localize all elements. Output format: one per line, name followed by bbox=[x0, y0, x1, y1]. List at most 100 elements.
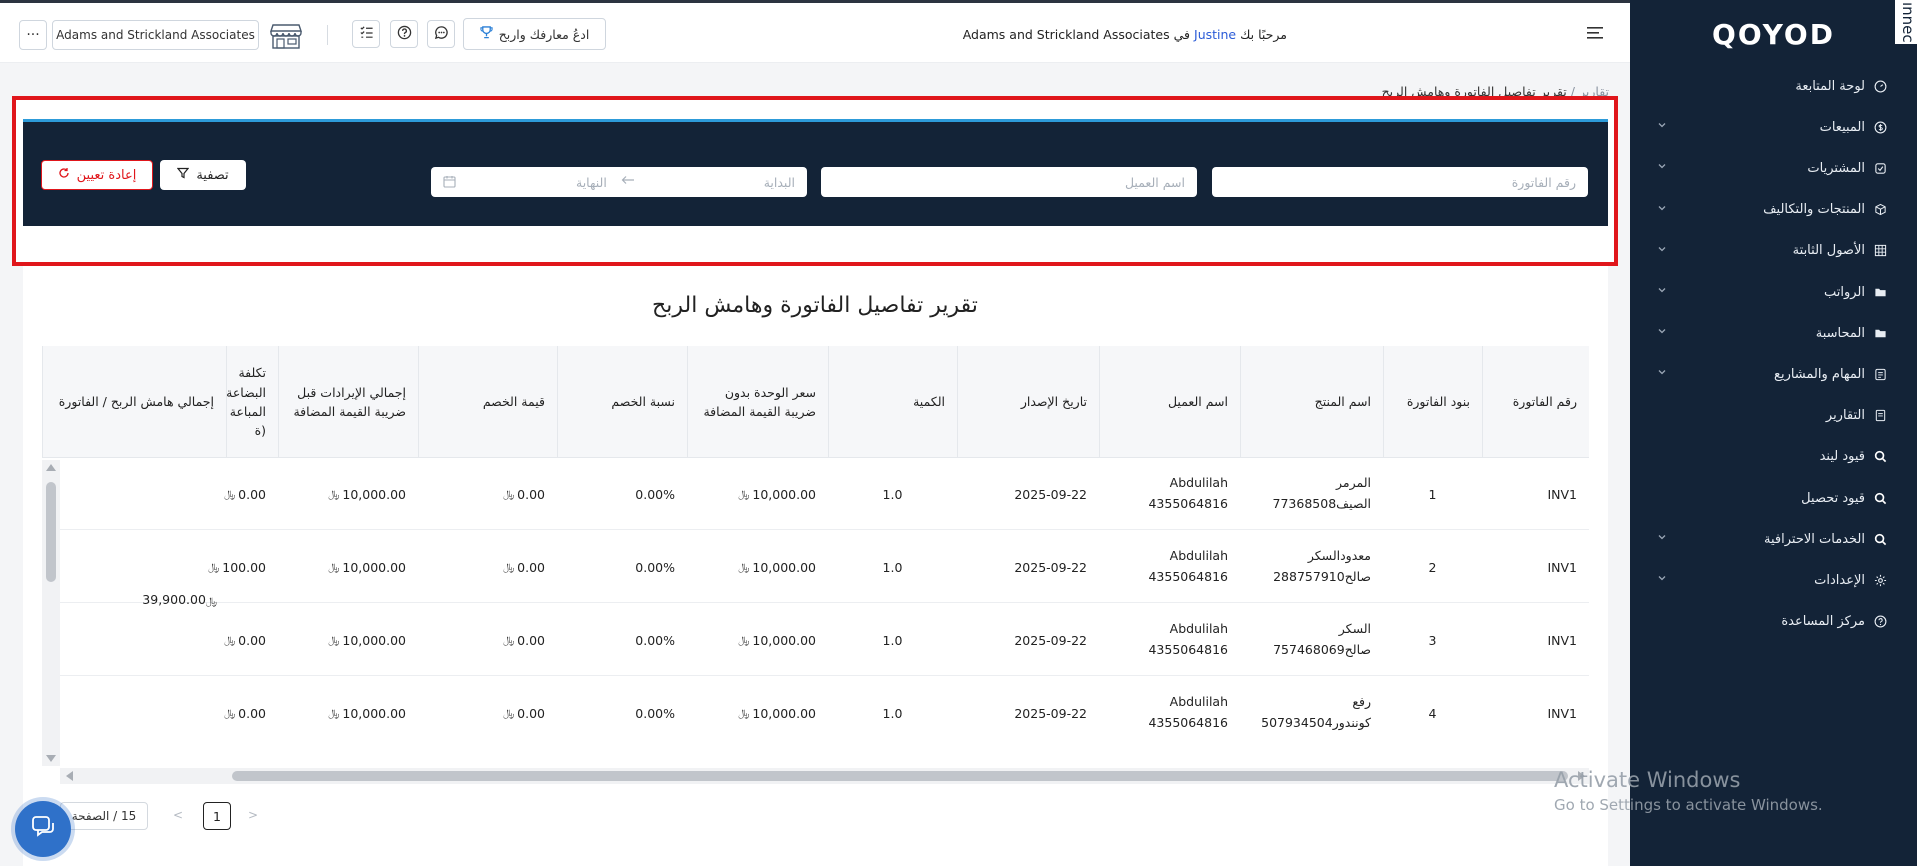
issue-date-value: 2025-09-22 bbox=[1014, 632, 1087, 648]
cogs-cell-value: 100.00 bbox=[222, 559, 266, 575]
invoice-number-input[interactable]: رقم الفاتورة bbox=[1212, 167, 1588, 197]
date-range-picker[interactable]: البداية النهاية bbox=[431, 167, 807, 197]
table-header: رقم الفاتورة بنود الفاتورة اسم المنتج اسم ا… bbox=[42, 346, 1589, 458]
chevron-down-icon[interactable] bbox=[1657, 532, 1667, 542]
sidebar-item[interactable]: قيود تحصيل bbox=[1657, 483, 1887, 513]
sidebar-item-label: المحاسبة bbox=[1815, 325, 1865, 341]
unit-price-cell: ﷼ 10,000.00 bbox=[687, 604, 828, 676]
sidebar-item[interactable]: مركز المساعدة bbox=[1657, 607, 1887, 637]
discount-percent-value: 0.00% bbox=[635, 705, 675, 721]
table-row[interactable]: INV1 3 السكر صالح757468069 Abdulilah 43550648… bbox=[42, 604, 1589, 676]
customer-name-input[interactable]: اسم العميل bbox=[821, 167, 1197, 197]
tasks-checklist-button[interactable] bbox=[352, 20, 380, 48]
sidebar-item-label: قيود ليند bbox=[1819, 449, 1865, 465]
horizontal-scroll-thumb[interactable] bbox=[232, 771, 1568, 781]
invite-earn-button[interactable]: ادعُ معارفك واربح bbox=[463, 18, 606, 50]
store-icon[interactable] bbox=[268, 22, 304, 50]
product-name-cell: معدودالسكر صالح288757910 bbox=[1240, 531, 1383, 603]
header-divider bbox=[327, 25, 328, 45]
sidebar-item[interactable]: المبيعات bbox=[1657, 112, 1887, 142]
sidebar-item[interactable]: المحاسبة bbox=[1657, 318, 1887, 348]
column-header[interactable]: إجمالي الإيرادات قبل ضريبة القيمة المضاف… bbox=[278, 346, 418, 458]
cogs-cell-value: 0.00 bbox=[238, 705, 266, 721]
sidebar-item[interactable]: المشتريات bbox=[1657, 153, 1887, 183]
column-header[interactable]: تكلفة البضاعة المباعة (ة bbox=[226, 346, 278, 458]
column-header[interactable]: إجمالي هامش الربح / الفاتورة bbox=[42, 346, 226, 458]
scroll-left-arrow-icon[interactable] bbox=[66, 771, 73, 781]
chevron-down-icon[interactable] bbox=[1657, 120, 1667, 130]
column-header[interactable]: تاريخ الإصدار bbox=[957, 346, 1099, 458]
column-header-label: الكمية bbox=[913, 394, 945, 410]
column-header[interactable]: بنود الفاتورة bbox=[1383, 346, 1482, 458]
chevron-down-icon[interactable] bbox=[1657, 285, 1667, 295]
discount-value-cell-value: 0.00 bbox=[517, 486, 545, 502]
invoice-number-cell: INV1 bbox=[1482, 458, 1589, 530]
column-header[interactable]: نسبة الخصم bbox=[557, 346, 687, 458]
column-header[interactable]: اسم المنتج bbox=[1240, 346, 1383, 458]
chevron-down-icon[interactable] bbox=[1657, 326, 1667, 336]
invoice-line-cell: 1 bbox=[1383, 458, 1482, 530]
issue-date-cell: 2025-09-22 bbox=[957, 531, 1099, 603]
sidebar-item[interactable]: الرواتب bbox=[1657, 277, 1887, 307]
vertical-scroll-thumb[interactable] bbox=[46, 482, 56, 582]
sidebar-item[interactable]: المنتجات والتكاليف bbox=[1657, 195, 1887, 225]
riyal-symbol: ﷼ bbox=[328, 634, 340, 646]
date-start-placeholder[interactable]: البداية bbox=[764, 175, 795, 190]
menu-toggle-icon[interactable] bbox=[1587, 25, 1603, 39]
chat-bubble-button[interactable] bbox=[427, 20, 455, 48]
riyal-symbol: ﷼ bbox=[738, 707, 750, 719]
riyal-symbol: ﷼ bbox=[503, 634, 515, 646]
scroll-down-arrow-icon[interactable] bbox=[46, 755, 56, 762]
table-row[interactable]: INV1 4 رفع كونندور507934504 Abdulilah 4355064… bbox=[42, 677, 1589, 748]
discount-value-cell: ﷼ 0.00 bbox=[418, 531, 557, 603]
sidebar-item[interactable]: التقارير bbox=[1657, 401, 1887, 431]
filter-button[interactable]: تصفية bbox=[160, 160, 246, 190]
unit-price-cell: ﷼ 10,000.00 bbox=[687, 531, 828, 603]
page-1-button[interactable]: 1 bbox=[203, 802, 231, 830]
discount-percent-cell: 0.00% bbox=[557, 531, 687, 603]
column-header[interactable]: قيمة الخصم bbox=[418, 346, 557, 458]
scroll-up-arrow-icon[interactable] bbox=[46, 464, 56, 471]
chevron-down-icon[interactable] bbox=[1657, 244, 1667, 254]
page-size-select[interactable]: 15 / الصفحة bbox=[60, 802, 148, 830]
reset-button[interactable]: إعادة تعيين bbox=[41, 160, 153, 190]
user-name[interactable]: Justine bbox=[1194, 27, 1236, 42]
table-row[interactable]: INV1 1 المرمر الصيف77368508 Abdulilah 4355064… bbox=[42, 458, 1589, 530]
chevron-down-icon[interactable] bbox=[1657, 367, 1667, 377]
chevron-down-icon[interactable] bbox=[1657, 573, 1667, 583]
chevron-down-icon[interactable] bbox=[1657, 161, 1667, 171]
help-button[interactable] bbox=[390, 20, 418, 48]
table-row[interactable]: INV1 2 معدودالسكر صالح288757910 Abdulilah 435… bbox=[42, 531, 1589, 603]
product-name-cell: رفع كونندور507934504 bbox=[1240, 677, 1383, 748]
chevron-down-icon[interactable] bbox=[1657, 203, 1667, 213]
issue-date-cell: 2025-09-22 bbox=[957, 458, 1099, 530]
sidebar-item[interactable]: الخدمات الاحترافية bbox=[1657, 524, 1887, 554]
sidebar-item[interactable]: قيود ليند bbox=[1657, 442, 1887, 472]
support-chat-button[interactable] bbox=[15, 801, 71, 857]
column-header-label: نسبة الخصم bbox=[611, 394, 675, 410]
column-header[interactable]: سعر الوحدة بدون ضريبة القيمة المضافة bbox=[687, 346, 828, 458]
sidebar-item[interactable]: لوحة المتابعة bbox=[1657, 71, 1887, 101]
column-header[interactable]: رقم الفاتورة bbox=[1482, 346, 1589, 458]
next-page-button[interactable]: > bbox=[248, 808, 258, 822]
invoice-line-value: 3 bbox=[1428, 632, 1437, 648]
issue-date-value: 2025-09-22 bbox=[1014, 486, 1087, 502]
date-end-placeholder[interactable]: النهاية bbox=[576, 175, 607, 190]
previous-page-button[interactable]: < bbox=[173, 808, 183, 822]
invoice-number-value: INV1 bbox=[1547, 632, 1577, 648]
column-header[interactable]: اسم العميل bbox=[1099, 346, 1240, 458]
vertical-scrollbar[interactable] bbox=[42, 460, 60, 766]
sidebar-item[interactable]: الإعدادات bbox=[1657, 565, 1887, 595]
sidebar-item[interactable]: المهام والمشاريع bbox=[1657, 359, 1887, 389]
quantity-cell: 1.0 bbox=[828, 604, 957, 676]
discount-value-cell: ﷼ 0.00 bbox=[418, 604, 557, 676]
sidebar-item[interactable]: الأصول الثابتة bbox=[1657, 236, 1887, 266]
riyal-symbol: ﷼ bbox=[503, 707, 515, 719]
horizontal-scrollbar[interactable] bbox=[60, 768, 1589, 784]
qoyod-logo[interactable]: QOYOD bbox=[1630, 18, 1917, 51]
more-options-button[interactable]: ··· bbox=[19, 20, 47, 50]
company-selector[interactable]: Adams and Strickland Associates bbox=[52, 20, 259, 50]
column-header[interactable]: الكمية bbox=[828, 346, 957, 458]
customer-name-line1: Abdulilah bbox=[1169, 475, 1228, 491]
discount-percent-value: 0.00% bbox=[635, 486, 675, 502]
